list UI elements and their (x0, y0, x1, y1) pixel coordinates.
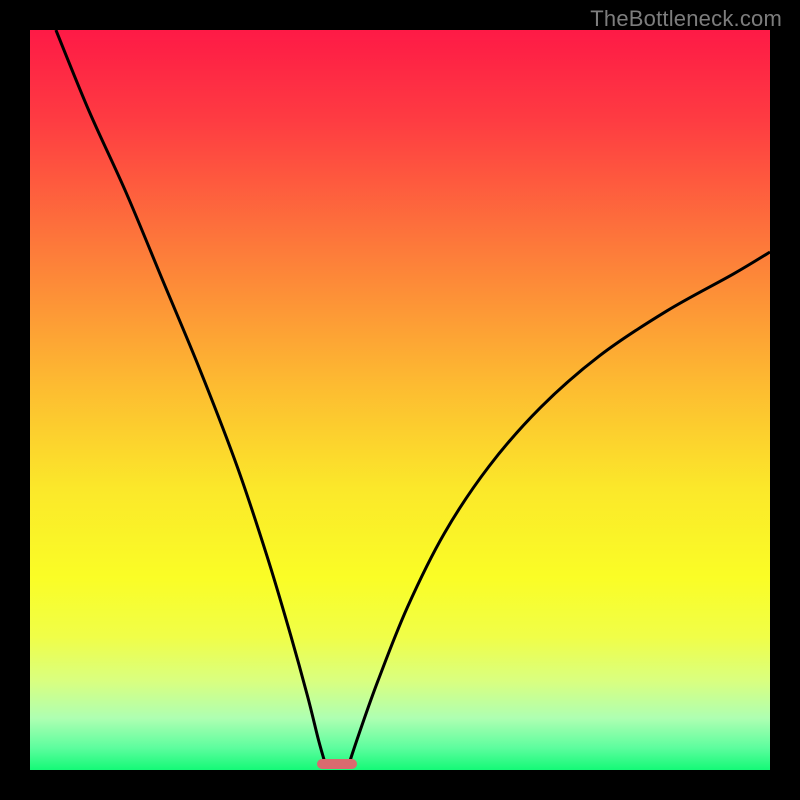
right-curve (348, 252, 770, 766)
watermark-text: TheBottleneck.com (590, 6, 782, 32)
plot-area (30, 30, 770, 770)
left-curve (56, 30, 326, 766)
bottleneck-marker (317, 759, 358, 769)
bottleneck-curves (30, 30, 770, 770)
chart-frame: TheBottleneck.com (0, 0, 800, 800)
